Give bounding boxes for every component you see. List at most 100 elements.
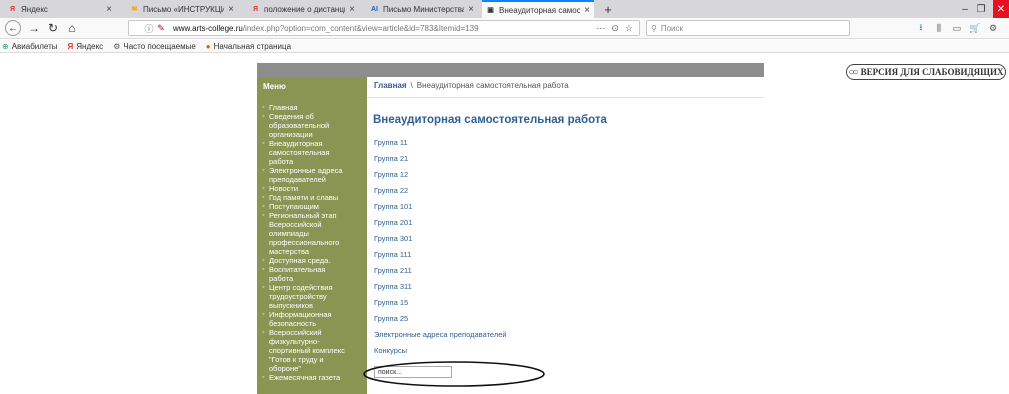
browser-tab[interactable]: ✉ Письмо «ИНСТРУКЦИЯ ПО С × <box>126 0 238 18</box>
url-path: /index.php?option=com_content&view=artic… <box>242 23 479 33</box>
search-input[interactable]: ⚲ Поиск <box>646 20 850 36</box>
bookmark-label: Начальная страница <box>213 41 292 51</box>
article-link[interactable]: Группа 21 <box>374 153 507 169</box>
sidebar-menu-item[interactable]: Всероссийской <box>261 220 365 229</box>
sidebar-menu-item[interactable]: Главная <box>261 103 365 112</box>
bookmark-item[interactable]: ⊕ Авиабилеты <box>2 42 58 51</box>
close-window-icon[interactable]: ✕ <box>993 0 1009 18</box>
firefox-icon: ● <box>205 41 211 51</box>
browser-tab[interactable]: AI Письмо Министерства прос × <box>366 0 478 18</box>
permissions-icon[interactable]: ✎ <box>155 23 167 34</box>
sidebar-menu-item[interactable]: организации <box>261 130 365 139</box>
tab-close-icon[interactable]: × <box>106 4 112 15</box>
sidebar-title: Меню <box>263 82 286 91</box>
tab-close-icon[interactable]: × <box>468 4 474 15</box>
tab-label: Яндекс <box>21 4 48 14</box>
reload-icon[interactable]: ↻ <box>45 20 61 36</box>
sidebar-menu-item[interactable]: Год памяти и славы <box>261 193 365 202</box>
article-link[interactable]: Электронные адреса преподавателей <box>374 329 507 345</box>
restore-icon[interactable]: ❐ <box>974 0 988 18</box>
article-link[interactable]: Группа 22 <box>374 185 507 201</box>
sidebar-menu-item[interactable]: физкультурно- <box>261 337 365 346</box>
sidebar-menu-item[interactable]: мастерства <box>261 247 365 256</box>
impaired-version-button[interactable]: ○○ ВЕРСИЯ ДЛЯ СЛАБОВИДЯЩИХ <box>846 64 1006 80</box>
sidebar-menu-item[interactable]: Региональный этап <box>261 211 365 220</box>
browser-tab[interactable]: Я положение о дистанционно × <box>247 0 359 18</box>
sidebar-menu-item[interactable]: Информационная <box>261 310 365 319</box>
page-actions-icon[interactable]: ··· <box>596 23 605 33</box>
breadcrumb-home-link[interactable]: Главная <box>374 81 407 90</box>
site-search-input[interactable] <box>374 366 452 378</box>
address-bar[interactable]: ⓘ ✎ www.arts-college.ru/index.php?option… <box>128 20 640 36</box>
bookmark-star-icon[interactable]: ☆ <box>625 23 633 34</box>
tab-close-icon[interactable]: × <box>228 4 234 15</box>
bookmark-item[interactable]: ⚙ Часто посещаемые <box>113 42 196 51</box>
sidebar-menu-item[interactable]: работа <box>261 274 365 283</box>
sidebar-menu-item[interactable]: Внеаудиторная <box>261 139 365 148</box>
url-actions: ··· ⊙ ☆ <box>596 21 633 35</box>
glasses-icon: ○○ <box>848 66 858 78</box>
sidebar-menu-item[interactable]: работа <box>261 157 365 166</box>
downloads-icon[interactable]: ⭳ <box>914 20 928 36</box>
sidebar-menu-item[interactable]: самостоятельная <box>261 148 365 157</box>
url-text: www.arts-college.ru/index.php?option=com… <box>173 24 479 33</box>
yandex-icon: Я <box>67 41 74 51</box>
article-link[interactable]: Группа 301 <box>374 233 507 249</box>
sidebar-menu-item[interactable]: Ежемесячная газета <box>261 373 365 382</box>
browser-tab[interactable]: Я Яндекс × <box>4 0 116 18</box>
sidebar-icon[interactable]: ▭ <box>950 20 964 36</box>
sidebar-menu: Меню ГлавнаяСведения обобразовательнойор… <box>257 77 367 394</box>
bookmark-item[interactable]: Я Яндекс <box>68 42 104 51</box>
tab-close-icon[interactable]: × <box>349 4 355 15</box>
article-link[interactable]: Группа 25 <box>374 313 507 329</box>
sidebar-menu-item[interactable]: Сведения об <box>261 112 365 121</box>
bookmark-item[interactable]: ● Начальная страница <box>206 42 291 51</box>
info-icon[interactable]: ⓘ <box>143 22 155 35</box>
search-placeholder: Поиск <box>660 23 684 33</box>
sidebar-menu-list: ГлавнаяСведения обобразовательнойорганиз… <box>261 103 365 382</box>
sidebar-menu-item[interactable]: Поступающим <box>261 202 365 211</box>
sidebar-menu-item[interactable]: выпускников <box>261 301 365 310</box>
article-link[interactable]: Конкурсы <box>374 345 507 361</box>
browser-tab-active[interactable]: ▣ Внеаудиторная самостояте × <box>482 0 594 18</box>
new-tab-button[interactable]: + <box>600 0 616 18</box>
tab-close-icon[interactable]: × <box>584 5 590 16</box>
sidebar-menu-item[interactable]: Новости <box>261 184 365 193</box>
mail-favicon-icon: ✉ <box>131 6 138 13</box>
minimize-icon[interactable]: – <box>958 0 972 18</box>
article-link[interactable]: Группа 11 <box>374 137 507 153</box>
gear-icon: ⚙ <box>113 41 121 51</box>
sidebar-menu-item[interactable]: Электронные адреса <box>261 166 365 175</box>
tab-label: Письмо «ИНСТРУКЦИЯ ПО С <box>143 4 225 14</box>
library-icon[interactable]: ⫼ <box>932 20 946 36</box>
sidebar-menu-item[interactable]: Центр содействия <box>261 283 365 292</box>
sidebar-menu-item[interactable]: трудоустройству <box>261 292 365 301</box>
sidebar-menu-item[interactable]: "Готов к труду и <box>261 355 365 364</box>
sidebar-menu-item[interactable]: Всероссийский <box>261 328 365 337</box>
sidebar-menu-item[interactable]: безопасность <box>261 319 365 328</box>
article-link[interactable]: Группа 101 <box>374 201 507 217</box>
globe-icon: ⊕ <box>2 41 9 51</box>
settings-icon[interactable]: ⚙ <box>986 20 1000 36</box>
sidebar-menu-item[interactable]: спортивный комплекс <box>261 346 365 355</box>
sidebar-menu-item[interactable]: обороне" <box>261 364 365 373</box>
sidebar-menu-item[interactable]: Доступная среда. <box>261 256 365 265</box>
sidebar-menu-item[interactable]: Воспитательная <box>261 265 365 274</box>
article-link[interactable]: Группа 111 <box>374 249 507 265</box>
back-arrow-icon[interactable]: ← <box>5 20 21 36</box>
sidebar-menu-item[interactable]: профессионального <box>261 238 365 247</box>
sidebar-menu-item[interactable]: олимпиады <box>261 229 365 238</box>
bookmark-label: Часто посещаемые <box>123 41 196 51</box>
home-icon[interactable]: ⌂ <box>64 20 80 36</box>
article-link[interactable]: Группа 311 <box>374 281 507 297</box>
article-link[interactable]: Группа 15 <box>374 297 507 313</box>
sidebar-menu-item[interactable]: образовательной <box>261 121 365 130</box>
article-link[interactable]: Группа 12 <box>374 169 507 185</box>
forward-arrow-icon[interactable]: → <box>26 20 42 36</box>
pocket-icon[interactable]: ⊙ <box>611 23 619 34</box>
article-link[interactable]: Группа 201 <box>374 217 507 233</box>
sidebar-menu-item[interactable]: преподавателей <box>261 175 365 184</box>
cart-icon[interactable]: 🛒 <box>968 20 982 36</box>
article-link[interactable]: Группа 211 <box>374 265 507 281</box>
site-header-bar <box>257 63 764 77</box>
